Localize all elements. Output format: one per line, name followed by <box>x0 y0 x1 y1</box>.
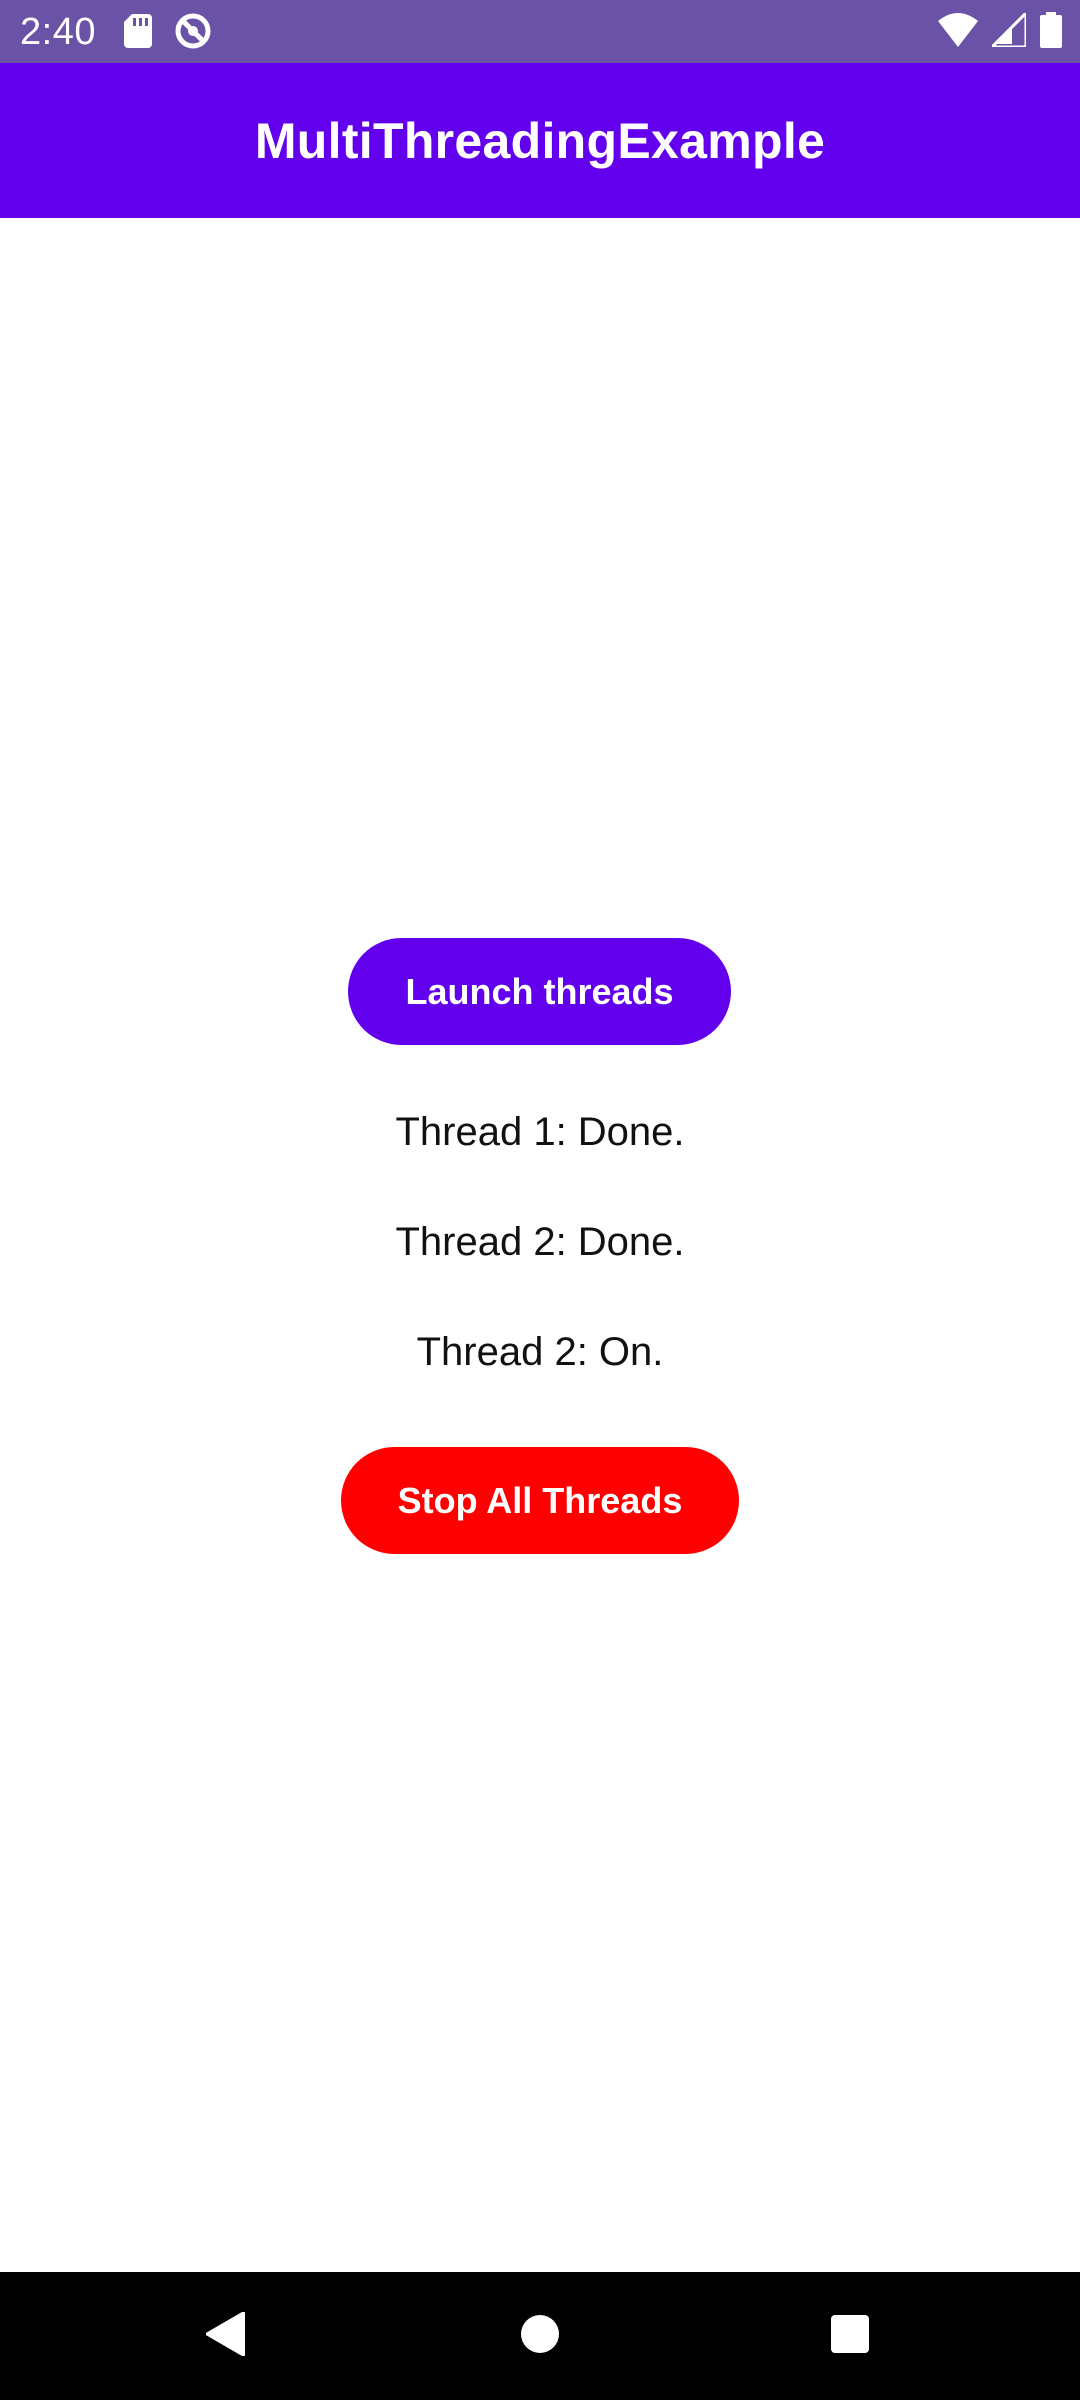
home-button[interactable] <box>470 2272 610 2400</box>
home-icon <box>520 2314 560 2359</box>
thread-status-text: Thread 2: On. <box>416 1330 664 1374</box>
wifi-icon <box>938 13 978 47</box>
sd-card-icon <box>124 14 152 48</box>
status-right-icons <box>938 12 1062 48</box>
status-time: 2:40 <box>20 11 96 53</box>
back-button[interactable] <box>156 2272 296 2400</box>
do-not-disturb-icon <box>174 12 212 50</box>
navigation-bar <box>0 2272 1080 2400</box>
battery-icon <box>1040 12 1062 48</box>
recents-icon <box>830 2314 870 2359</box>
back-icon <box>205 2310 246 2361</box>
status-left-icons <box>124 12 212 50</box>
launch-threads-button[interactable]: Launch threads <box>348 938 731 1045</box>
app-title: MultiThreadingExample <box>254 112 826 169</box>
recents-button[interactable] <box>780 2272 920 2400</box>
thread-status-text: Thread 2: Done. <box>395 1220 685 1264</box>
stop-all-threads-button[interactable]: Stop All Threads <box>341 1447 739 1554</box>
cellular-signal-icon <box>992 13 1026 47</box>
thread-status-text: Thread 1: Done. <box>395 1110 685 1154</box>
app-screen: 2:40 MultiThreadingExample Launch thread… <box>0 0 1080 2400</box>
status-bar: 2:40 <box>0 0 1080 63</box>
app-bar: MultiThreadingExample <box>0 63 1080 218</box>
